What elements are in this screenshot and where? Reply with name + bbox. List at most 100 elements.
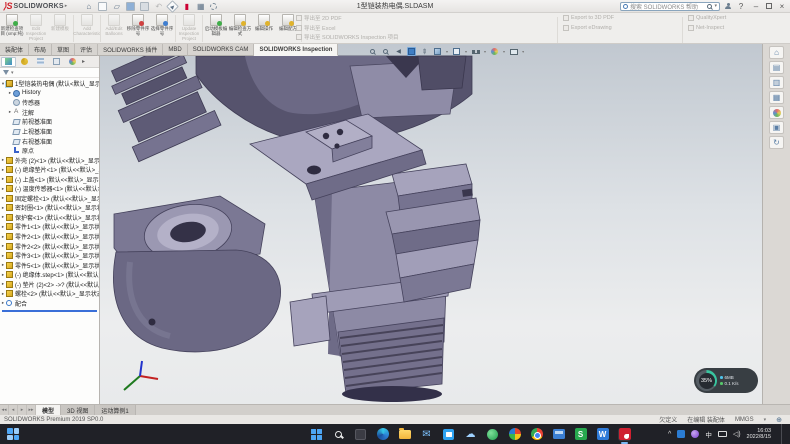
screen-recorder-overlay[interactable]: 35% 6MB 0.1 K/s [694,368,758,393]
save-icon[interactable] [126,2,135,11]
help-button[interactable]: ? [736,2,746,11]
tab-solidworks-inspection[interactable]: SOLIDWORKS Inspection [254,44,338,56]
tree-item[interactable]: ▸零件5<1> (默认<<默认>_显示状 [0,260,99,270]
appearances-scenes-icon[interactable] [769,106,784,119]
options-gear-icon[interactable] [210,3,217,10]
edit-operations-button[interactable]: 编辑操作 [252,13,276,44]
dimxpert-manager-tab[interactable] [49,57,64,67]
tree-filter[interactable]: ▾ [0,68,99,78]
tab-addins[interactable]: SOLIDWORKS 插件 [98,44,163,56]
chrome-icon[interactable] [530,428,543,441]
tree-item[interactable]: 前视基准面 [0,117,99,127]
zoom-to-area-icon[interactable] [381,47,390,56]
graphics-viewport[interactable] [100,44,762,404]
units-dropdown-icon[interactable]: ▾ [764,417,767,423]
solidworks-resources-icon[interactable]: ⌂ [769,46,784,59]
view-orientation-dropdown-icon[interactable]: ▾ [446,49,448,54]
tab-3d-views[interactable]: 3D 视图 [61,405,95,415]
tab-assembly[interactable]: 装配体 [0,44,29,56]
feature-manager-tab[interactable] [1,57,16,67]
close-button[interactable]: × [777,2,787,11]
tab-layout[interactable]: 布局 [29,44,52,56]
file-explorer-taskbar-icon[interactable] [398,428,411,441]
tree-item[interactable]: ▸零件3<1> (默认<<默认>_显示状 [0,251,99,261]
widgets-icon[interactable] [7,428,19,440]
hide-show-dropdown-icon[interactable]: ▾ [484,49,486,54]
tree-item[interactable]: ▸(-) 温度传感器<1> (默认<<默认>_ [0,184,99,194]
file-properties-icon[interactable]: ▦ [196,2,205,11]
edit-appearance-icon[interactable] [490,47,499,56]
view-palette-icon[interactable]: ▦ [769,91,784,104]
select-balloons-button[interactable]: 选择零件序号 [150,13,174,44]
previous-view-icon[interactable]: ◀ [394,47,403,56]
start-button[interactable] [310,428,323,441]
login-user-icon[interactable] [725,3,731,9]
network-display-icon[interactable] [718,431,727,437]
tree-item[interactable]: 上视基准面 [0,127,99,137]
section-view-icon[interactable] [407,47,416,56]
print-icon[interactable] [140,2,149,11]
tab-mbd[interactable]: MBD [163,44,187,56]
apply-scene-icon[interactable] [509,47,518,56]
zoom-to-fit-icon[interactable] [368,47,377,56]
display-manager-tab[interactable] [65,57,80,67]
units-selector[interactable]: MMGS [735,417,754,423]
tree-item[interactable]: ▸外壳 (2)<1> (默认<<默认>_显示状 [0,155,99,165]
select-arrow-icon[interactable]: ▸ [166,0,179,12]
tab-solidworks-cam[interactable]: SOLIDWORKS CAM [188,44,255,56]
tree-item[interactable]: 右视基准面 [0,136,99,146]
tab-scroll-right-icon[interactable]: ▸ [18,405,27,415]
tree-item[interactable]: ▸密封圈<1> (默认<<默认>_显示状 [0,203,99,213]
rebuild-icon[interactable]: ▮ [182,2,191,11]
help-search-input[interactable]: 搜索 SOLIDWORKS 帮助 ▾ [620,2,720,11]
tray-expand-icon[interactable]: ^ [668,431,671,438]
minimize-button[interactable]: – [751,2,761,11]
home-icon[interactable]: ⌂ [84,2,93,11]
hide-show-items-icon[interactable] [471,47,480,56]
cloud-app-icon[interactable]: ☁ [464,428,477,441]
filter-dropdown-icon[interactable]: ▾ [11,70,14,76]
onedrive-icon[interactable] [677,430,685,438]
configuration-manager-tab[interactable] [33,57,48,67]
file-explorer-icon[interactable]: ▥ [769,76,784,89]
wps-icon[interactable]: W [596,428,609,441]
green-app-icon[interactable] [486,428,499,441]
rollback-bar[interactable] [2,310,97,312]
tree-item[interactable]: ▸(-) 绝缘垫片<1> (默认<<默认>_显 [0,165,99,175]
new-inspection-project-button[interactable]: 新建检查项目 (xmp:纯) [0,13,24,44]
remove-balloons-button[interactable]: 移除零件序号 [126,13,150,44]
edge-icon[interactable] [376,428,389,441]
remote-app-icon[interactable] [552,428,565,441]
ime-indicator[interactable]: 中 [705,429,712,439]
search-dropdown-icon[interactable]: ▾ [714,3,717,9]
tree-item[interactable]: ▸零件1<1> (默认<<默认>_显示状态 [0,222,99,232]
new-document-icon[interactable] [98,2,107,11]
tree-item[interactable]: ▸零件2<1> (默认<<默认>_显示状 [0,232,99,242]
tab-sketch[interactable]: 草图 [52,44,75,56]
launch-template-editor-button[interactable]: 启动模板编辑器 [204,13,228,44]
custom-properties-icon[interactable]: ▣ [769,121,784,134]
solidworks-taskbar-icon[interactable] [618,428,631,441]
view-orientation-icon[interactable] [433,47,442,56]
taskbar-search-icon[interactable] [332,428,345,441]
cad-model[interactable] [100,44,762,404]
task-view-icon[interactable] [354,428,367,441]
tab-scroll-last-icon[interactable]: ▸▸ [27,405,36,415]
display-style-icon[interactable] [452,47,461,56]
appearance-dropdown-icon[interactable]: ▾ [503,49,505,54]
s-app-icon[interactable]: S [574,428,587,441]
globe-icon[interactable]: ⊕ [776,416,782,424]
browser-360-icon[interactable] [508,428,521,441]
tab-motion-study[interactable]: 运动算例1 [95,405,135,415]
tab-scroll-first-icon[interactable]: ◂◂ [0,405,9,415]
tree-item[interactable]: ▸History [0,89,99,99]
tree-item[interactable]: ▸零件2<2> (默认<<默认>_显示状 [0,241,99,251]
mail-icon[interactable]: ✉ [420,428,433,441]
edit-inspection-methods-button[interactable]: 编辑检查方式 [228,13,252,44]
open-icon[interactable]: ▱ [112,2,121,11]
tree-item[interactable]: 传感器 [0,98,99,108]
tab-model[interactable]: 模型 [36,405,61,415]
scene-dropdown-icon[interactable]: ▾ [522,49,524,54]
feature-tree[interactable]: ▾ 1型铠装热电偶 (默认<默认_显示状态-1 ▸History 传感器 ▸注解… [0,78,99,312]
tree-item[interactable]: 原点 [0,146,99,156]
